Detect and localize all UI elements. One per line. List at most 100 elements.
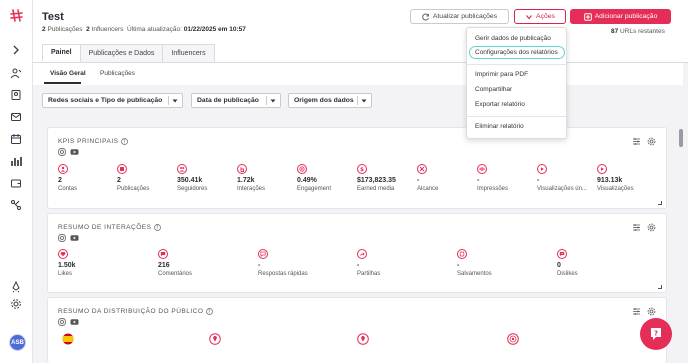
kpis-panel-tools [632, 137, 656, 146]
audience-panel-tools [632, 307, 656, 316]
kpis-title-text: KPIS PRINCIPAIS [58, 138, 119, 145]
metric-respostas-rapidas-value: - [258, 262, 261, 269]
dollar-icon: $ [357, 164, 367, 174]
instagram-icon [58, 148, 66, 156]
panel-resize-handle[interactable] [658, 201, 662, 205]
mail-icon[interactable] [10, 111, 22, 123]
metric-seguidores-label: Seguidores [177, 186, 208, 192]
subtab-visao-geral[interactable]: Visão Geral [50, 70, 86, 77]
remaining-urls: 87 URLs restantes [611, 28, 665, 35]
interactions-network-icons [58, 234, 79, 242]
user-avatar[interactable]: ASB [9, 334, 26, 351]
wallet-icon[interactable] [10, 177, 22, 189]
menu-separator [467, 64, 566, 65]
tab-painel[interactable]: Painel [42, 44, 81, 62]
settings-gear-icon[interactable] [647, 307, 656, 316]
filter-publication-date-label: Data de publicação [197, 97, 259, 104]
metric-alcance-value: - [417, 177, 420, 184]
menu-item-share[interactable]: Compartilhar [475, 86, 512, 93]
metric-alcance-label: Alcance [417, 186, 439, 192]
youtube-icon [70, 318, 79, 326]
filter-publication-date[interactable]: Data de publicação [191, 93, 281, 108]
target-icon [297, 164, 307, 174]
user-icon [58, 164, 68, 174]
reports-chart-icon[interactable] [10, 155, 22, 167]
influencers-icon[interactable] [10, 67, 22, 79]
filter-sliders-icon[interactable] [632, 223, 641, 232]
brand-logo-icon[interactable] [10, 9, 23, 22]
metric-interacoes: 1.72k Interações [237, 164, 297, 192]
publications-count: 2 [42, 26, 46, 33]
svg-text:?: ? [156, 225, 159, 231]
report-tabs: Painel Publicações e Dados Influencers [42, 44, 215, 62]
audience-title-text: RESUMO DA DISTRIBUIÇÃO DO PÚBLICO [58, 308, 204, 315]
comment-icon [158, 249, 168, 259]
metric-impressoes-label: Impressões [477, 186, 509, 192]
filter-data-origin[interactable]: Origem dos dados [288, 93, 372, 108]
help-chat-icon: ? [648, 326, 664, 342]
contacts-icon[interactable] [10, 89, 22, 101]
actions-button[interactable]: Ações [514, 9, 566, 24]
help-circle-icon[interactable]: ? [206, 308, 214, 315]
chevron-down-icon [361, 98, 367, 104]
bookmark-icon [457, 249, 467, 259]
interactions-panel: RESUMO DE INTERAÇÕES ? 1.50k Likes 216 C… [47, 213, 667, 293]
settings-gear-icon[interactable] [647, 223, 656, 232]
svg-text:$: $ [360, 167, 364, 172]
menu-item-report-settings[interactable]: Configurações dos relatórios [475, 49, 558, 56]
left-rail: ASB [0, 0, 33, 363]
help-circle-icon[interactable]: ? [121, 138, 129, 145]
interactions-panel-title: RESUMO DE INTERAÇÕES ? [58, 224, 162, 231]
scrollbar-thumb[interactable] [679, 129, 683, 147]
menu-item-delete-report[interactable]: Eliminar relatório [475, 123, 524, 130]
metric-earned-media: $ $173,823.35 Earned media [357, 164, 417, 192]
refresh-publications-button[interactable]: Atualizar publicações [410, 9, 509, 24]
publications-label: Publicações [47, 26, 83, 33]
chevron-down-icon [172, 98, 178, 104]
filter-sliders-icon[interactable] [632, 307, 641, 316]
metric-visualizacoes-unicas-value: - [537, 177, 540, 184]
metric-partilhas-label: Partilhas [357, 271, 381, 277]
metric-engagement: 0.49% Engagement [297, 164, 357, 192]
menu-item-print-pdf[interactable]: Imprimir para PDF [475, 71, 528, 78]
menu-item-manage-publication-data[interactable]: Gerir dados de publicação [475, 35, 551, 42]
plus-square-icon [583, 12, 592, 21]
interactions-title-text: RESUMO DE INTERAÇÕES [58, 224, 152, 231]
filter-social-networks-label: Redes sociais e Tipo de publicação [48, 97, 163, 104]
share-icon [357, 249, 367, 259]
settings-gear-icon[interactable] [647, 137, 656, 146]
metric-contas-label: Contas [58, 186, 78, 192]
metric-partilhas-value: - [357, 262, 360, 269]
spain-flag-icon [62, 333, 74, 345]
subtab-publicacoes[interactable]: Publicações [100, 70, 135, 77]
actions-dropdown-menu: Gerir dados de publicação Configurações … [466, 27, 567, 139]
metric-salvamentos-label: Salvamentos [457, 271, 492, 277]
arrows-icon [417, 164, 427, 174]
filter-social-networks[interactable]: Redes sociais e Tipo de publicação [42, 93, 183, 108]
report-summary: 2 Publicações 2 Influencers Última atual… [42, 26, 246, 33]
help-chat-button[interactable]: ? [640, 318, 672, 350]
add-publication-button[interactable]: Adicionar publicação [570, 9, 671, 24]
help-circle-icon[interactable]: ? [154, 224, 162, 231]
metric-impressoes-value: - [477, 177, 480, 184]
metric-dislikes: 0 Dislikes [557, 249, 617, 277]
menu-item-export-report[interactable]: Exportar relatório [475, 101, 525, 108]
rocket-icon[interactable] [10, 281, 22, 293]
metric-interacoes-value: 1.72k [237, 177, 255, 184]
expand-chevron-icon[interactable] [10, 44, 22, 56]
integrations-icon[interactable] [10, 199, 22, 211]
metric-partilhas: - Partilhas [357, 249, 417, 277]
metric-likes: 1.50k Likes [58, 249, 118, 277]
settings-gear-icon[interactable] [10, 298, 22, 310]
filter-sliders-icon[interactable] [632, 137, 641, 146]
metric-dislikes-label: Dislikes [557, 271, 578, 277]
panel-resize-handle[interactable] [658, 285, 662, 289]
metric-likes-label: Likes [58, 271, 73, 277]
metric-contas: 2 Contas [58, 164, 118, 192]
heart-chat-icon [258, 249, 268, 259]
calendar-icon[interactable] [10, 133, 22, 145]
location-pin-icon [209, 333, 221, 345]
tab-influencers[interactable]: Influencers [162, 44, 215, 62]
metric-visualizacoes: 913.13k Visualizações [597, 164, 657, 192]
tab-publicacoes-e-dados[interactable]: Publicações e Dados [79, 44, 164, 62]
